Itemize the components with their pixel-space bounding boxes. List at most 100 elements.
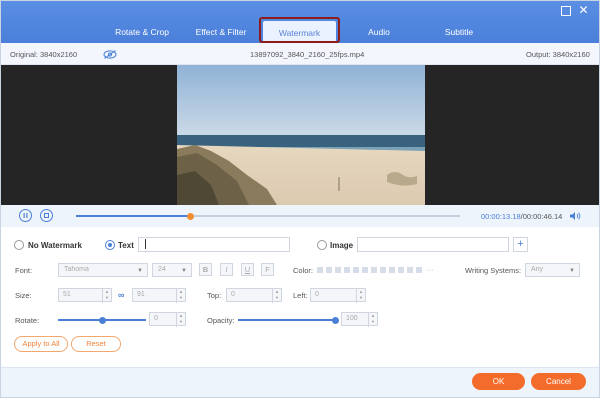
pause-button[interactable] xyxy=(19,209,32,222)
left-stepper[interactable]: ▲ ▼ xyxy=(356,289,365,303)
width-input[interactable]: 51 ▲ ▼ xyxy=(58,288,112,303)
color-swatch[interactable] xyxy=(326,267,332,273)
color-swatch[interactable] xyxy=(362,267,368,273)
watermark-text-input[interactable] xyxy=(138,237,290,252)
underline-button[interactable]: U xyxy=(241,263,254,276)
watermark-editor-window: Rotate & Crop Effect & Filter Watermark … xyxy=(0,0,600,398)
opacity-label: Opacity: xyxy=(207,316,235,325)
left-label: Left: xyxy=(293,291,308,300)
eye-off-icon[interactable] xyxy=(103,50,117,59)
tab-watermark[interactable]: Watermark xyxy=(263,21,336,45)
top-stepper[interactable]: ▲ ▼ xyxy=(272,289,281,303)
top-value: 0 xyxy=(231,291,235,298)
top-input[interactable]: 0 ▲ ▼ xyxy=(226,288,282,303)
link-ratio-icon[interactable]: ∞ xyxy=(118,290,124,300)
time-readout: 00:00:13.18/00:00:46.14 xyxy=(481,212,562,221)
dialog-footer: OK Cancel xyxy=(1,367,599,397)
total-time: /00:00:46.14 xyxy=(520,212,563,221)
stop-icon xyxy=(44,213,49,218)
opacity-slider[interactable] xyxy=(238,316,339,324)
beach-video-frame xyxy=(177,65,425,205)
maximize-icon[interactable] xyxy=(561,6,571,16)
color-swatch[interactable] xyxy=(317,267,323,273)
height-stepper[interactable]: ▲ ▼ xyxy=(176,289,185,303)
rotate-input[interactable]: 0 ▲ ▼ xyxy=(149,312,186,327)
apply-to-all-button[interactable]: Apply to All xyxy=(14,336,68,352)
tab-audio[interactable]: Audio xyxy=(361,20,397,44)
image-path-input[interactable] xyxy=(357,237,509,252)
size-label: Size: xyxy=(15,291,32,300)
rotate-value: 0 xyxy=(154,315,158,322)
no-watermark-label: No Watermark xyxy=(28,241,82,250)
font-label: Font: xyxy=(15,266,33,275)
current-time: 00:00:13.18 xyxy=(481,212,521,221)
writing-systems-select[interactable]: Any ▼ xyxy=(525,263,580,277)
close-icon[interactable]: ✕ xyxy=(577,4,590,17)
tab-effect-filter[interactable]: Effect & Filter xyxy=(189,20,253,44)
progress-handle[interactable] xyxy=(186,212,194,220)
font-family-select[interactable]: Tahoma ▼ xyxy=(58,263,148,277)
rotate-slider[interactable] xyxy=(58,316,146,324)
no-watermark-radio[interactable] xyxy=(14,240,24,250)
color-swatch[interactable] xyxy=(353,267,359,273)
color-swatch[interactable] xyxy=(389,267,395,273)
add-image-button[interactable]: + xyxy=(513,237,528,252)
stop-button[interactable] xyxy=(40,209,53,222)
top-label: Top: xyxy=(207,291,222,300)
color-swatch[interactable] xyxy=(380,267,386,273)
rotate-slider-handle[interactable] xyxy=(98,316,106,324)
width-stepper[interactable]: ▲ ▼ xyxy=(102,289,111,303)
text-radio[interactable] xyxy=(105,240,115,250)
progress-fill xyxy=(76,215,191,217)
volume-icon[interactable] xyxy=(569,211,581,221)
opacity-input[interactable]: 100 ▲ ▼ xyxy=(341,312,378,327)
width-value: 51 xyxy=(63,291,71,298)
rotate-label: Rotate: xyxy=(15,316,40,325)
writing-systems-value: Any xyxy=(531,266,544,273)
italic-button[interactable]: I xyxy=(220,263,233,276)
image-label: Image xyxy=(330,241,354,250)
ok-button[interactable]: OK xyxy=(472,373,525,390)
rotate-stepper[interactable]: ▲ ▼ xyxy=(176,313,185,327)
progress-track[interactable] xyxy=(76,212,460,220)
tab-rotate-crop[interactable]: Rotate & Crop xyxy=(111,20,173,44)
font-size-select[interactable]: 24 ▼ xyxy=(152,263,192,277)
title-bar: Rotate & Crop Effect & Filter Watermark … xyxy=(1,1,599,45)
opacity-stepper[interactable]: ▲ ▼ xyxy=(368,313,377,327)
output-resolution: Output: 3840x2160 xyxy=(526,50,590,59)
font-family-value: Tahoma xyxy=(64,266,89,273)
color-swatch[interactable] xyxy=(407,267,413,273)
color-swatch[interactable] xyxy=(344,267,350,273)
color-label: Color: xyxy=(293,266,314,275)
color-swatch[interactable] xyxy=(335,267,341,273)
strikethrough-button[interactable]: F xyxy=(261,263,274,276)
writing-systems-label: Writing Systems: xyxy=(465,266,522,275)
cancel-button[interactable]: Cancel xyxy=(531,373,586,390)
file-name: 13897092_3840_2160_25fps.mp4 xyxy=(250,50,365,59)
opacity-slider-handle[interactable] xyxy=(331,316,339,324)
video-preview xyxy=(1,65,599,205)
reset-button[interactable]: Reset xyxy=(71,336,121,352)
left-value: 0 xyxy=(315,291,319,298)
tab-subtitle[interactable]: Subtitle xyxy=(437,20,481,44)
height-value: 91 xyxy=(137,291,145,298)
color-swatch[interactable] xyxy=(416,267,422,273)
chevron-down-icon: ▼ xyxy=(137,268,143,274)
text-cursor xyxy=(145,239,146,249)
chevron-down-icon: ▼ xyxy=(181,268,187,274)
playback-bar: 00:00:13.18/00:00:46.14 xyxy=(1,205,599,227)
more-colors-button[interactable]: ··· xyxy=(426,265,434,274)
color-swatch[interactable] xyxy=(398,267,404,273)
text-label: Text xyxy=(118,241,134,250)
font-size-value: 24 xyxy=(158,266,166,273)
chevron-down-icon: ▼ xyxy=(569,268,575,274)
image-radio[interactable] xyxy=(317,240,327,250)
bold-button[interactable]: B xyxy=(199,263,212,276)
pause-icon xyxy=(23,213,28,218)
original-resolution: Original: 3840x2160 xyxy=(10,50,78,59)
color-swatch[interactable] xyxy=(371,267,377,273)
opacity-value: 100 xyxy=(346,315,358,322)
left-input[interactable]: 0 ▲ ▼ xyxy=(310,288,366,303)
height-input[interactable]: 91 ▲ ▼ xyxy=(132,288,186,303)
info-bar: Original: 3840x2160 13897092_3840_2160_2… xyxy=(1,43,599,65)
